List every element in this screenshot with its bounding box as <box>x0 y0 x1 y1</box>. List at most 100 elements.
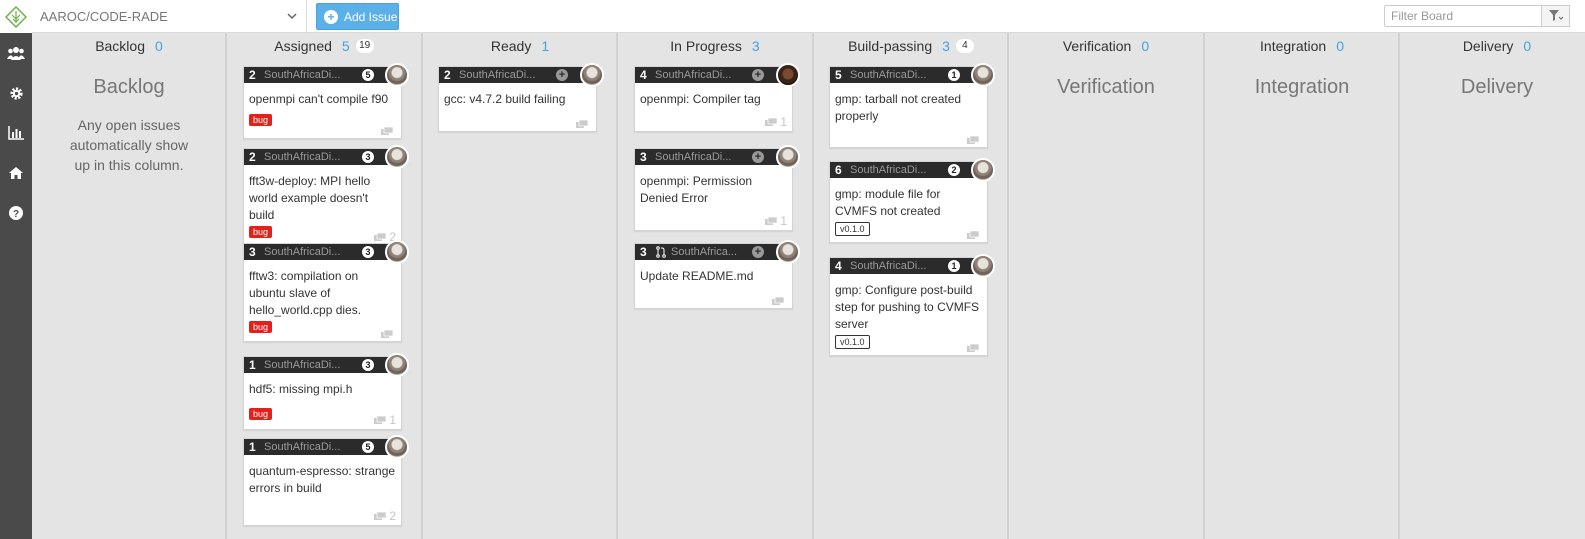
assignee-avatar[interactable] <box>580 63 604 87</box>
assignee-avatar[interactable] <box>971 158 995 182</box>
repo-select[interactable]: AAROC/CODE-RADE <box>32 0 307 33</box>
column-title: Integration <box>1260 38 1327 54</box>
assignee-avatar[interactable] <box>776 63 800 87</box>
home-icon[interactable] <box>0 153 32 193</box>
card-title[interactable]: gmp: module file for CVMFS not created <box>830 178 987 220</box>
issue-card[interactable]: 3 SouthAfricaDi... + openmpi: Permission… <box>634 145 800 231</box>
card-repo[interactable]: SouthAfricaDi... <box>264 359 346 371</box>
issue-card[interactable]: 2 SouthAfricaDi... 3 fft3w-deploy: MPI h… <box>243 145 409 247</box>
comment-indicator[interactable] <box>381 127 396 136</box>
add-circle-icon[interactable]: + <box>752 69 764 81</box>
bar-chart-icon[interactable] <box>0 113 32 153</box>
column-header: Build-passing 3 4 <box>814 33 1008 59</box>
assignee-avatar[interactable] <box>385 63 409 87</box>
card-title[interactable]: openmpi can't compile f90 <box>244 83 401 108</box>
issue-card[interactable]: 1 SouthAfricaDi... 5 quantum-espresso: s… <box>243 435 409 526</box>
filter-board-input[interactable] <box>1384 5 1542 27</box>
comment-indicator[interactable] <box>576 120 591 129</box>
card-repo[interactable]: SouthAfrica... <box>671 246 739 258</box>
column-header: Assigned 5 19 <box>227 33 421 59</box>
column-title: Assigned <box>274 38 332 54</box>
add-circle-icon[interactable]: + <box>556 69 568 81</box>
card-repo[interactable]: SouthAfricaDi... <box>655 69 737 81</box>
comment-indicator[interactable]: 1 <box>765 214 787 228</box>
card-repo[interactable]: SouthAfricaDi... <box>264 441 346 453</box>
card-repo[interactable]: SouthAfricaDi... <box>850 260 932 272</box>
assignee-avatar[interactable] <box>971 254 995 278</box>
comment-icon <box>381 330 393 338</box>
gear-icon[interactable] <box>0 73 32 113</box>
card-title[interactable]: gcc: v4.7.2 build failing <box>439 83 596 108</box>
assignee-avatar[interactable] <box>776 240 800 264</box>
people-icon[interactable] <box>0 33 32 73</box>
card-repo[interactable]: SouthAfricaDi... <box>264 246 346 258</box>
card-title[interactable]: gmp: tarball not created properly <box>830 83 987 125</box>
card-title[interactable]: openmpi: Compiler tag <box>635 83 792 108</box>
column-header: Verification 0 <box>1009 33 1203 59</box>
card-title[interactable]: openmpi: Permission Denied Error <box>635 165 792 207</box>
bug-label[interactable]: bug <box>249 321 273 333</box>
milestone-label[interactable]: v0.1.0 <box>835 222 870 236</box>
card-title[interactable]: fft3w-deploy: MPI hello world example do… <box>244 165 401 224</box>
card-title[interactable]: fftw3: compilation on ubuntu slave of he… <box>244 260 401 319</box>
card-title[interactable]: quantum-espresso: strange errors in buil… <box>244 455 401 497</box>
comment-icon <box>967 231 979 239</box>
issue-card[interactable]: 3 SouthAfricaDi... 3 fftw3: compilation … <box>243 240 409 342</box>
card-points: 3 <box>249 245 256 259</box>
column-title: Ready <box>490 38 532 54</box>
assignee-avatar[interactable] <box>385 240 409 264</box>
column-title: Delivery <box>1462 38 1514 54</box>
issue-card[interactable]: 5 SouthAfricaDi... 1 gmp: tarball not cr… <box>829 63 995 148</box>
assignee-avatar[interactable] <box>385 353 409 377</box>
card-footer: bug 1 <box>244 398 401 429</box>
column-header: Backlog 0 <box>32 33 226 59</box>
assignee-avatar[interactable] <box>385 435 409 459</box>
filter-menu-button[interactable] <box>1542 5 1570 27</box>
column-badge: 4 <box>955 39 974 53</box>
card-repo[interactable]: SouthAfricaDi... <box>655 151 737 163</box>
issue-card[interactable]: 2 SouthAfricaDi... 5 openmpi can't compi… <box>243 63 409 139</box>
card-header: 2 SouthAfricaDi... 3 <box>244 145 409 169</box>
milestone-label[interactable]: v0.1.0 <box>835 335 870 349</box>
issue-card[interactable]: 3 SouthAfrica... + Update README.md <box>634 240 800 309</box>
comment-indicator[interactable] <box>381 330 396 339</box>
column-count: 5 <box>341 38 350 54</box>
assignee-avatar[interactable] <box>385 145 409 169</box>
comment-indicator[interactable] <box>967 136 982 145</box>
issue-card[interactable]: 2 SouthAfricaDi... + gcc: v4.7.2 build f… <box>438 63 604 132</box>
card-title[interactable]: gmp: Configure post-build step for pushi… <box>830 274 987 333</box>
app-logo[interactable] <box>0 0 32 33</box>
comment-indicator[interactable] <box>772 297 787 306</box>
column-title: Backlog <box>95 38 145 54</box>
card-title[interactable]: hdf5: missing mpi.h <box>244 373 401 398</box>
column-count: 0 <box>1336 38 1344 54</box>
comment-indicator[interactable] <box>967 231 982 240</box>
comment-indicator[interactable] <box>967 344 982 353</box>
card-repo[interactable]: SouthAfricaDi... <box>850 164 932 176</box>
bug-label[interactable]: bug <box>249 226 273 238</box>
comment-indicator[interactable]: 1 <box>765 115 787 129</box>
issue-card[interactable]: 1 SouthAfricaDi... 3 hdf5: missing mpi.h… <box>243 353 409 430</box>
card-footer: 2 <box>244 497 401 525</box>
assignee-avatar[interactable] <box>971 63 995 87</box>
add-circle-icon[interactable]: + <box>752 246 764 258</box>
comment-indicator[interactable]: 2 <box>374 509 396 523</box>
card-repo[interactable]: SouthAfricaDi... <box>264 69 346 81</box>
bug-label[interactable]: bug <box>249 114 273 126</box>
add-issue-button[interactable]: + Add Issue <box>316 3 399 30</box>
issue-card[interactable]: 4 SouthAfricaDi... 1 gmp: Configure post… <box>829 254 995 356</box>
repo-name: AAROC/CODE-RADE <box>40 9 168 24</box>
bug-label[interactable]: bug <box>249 408 273 420</box>
card-footer: 1 <box>635 207 792 230</box>
card-repo[interactable]: SouthAfricaDi... <box>459 69 541 81</box>
comment-indicator[interactable]: 1 <box>374 413 396 427</box>
card-repo[interactable]: SouthAfricaDi... <box>850 69 932 81</box>
add-circle-icon[interactable]: + <box>752 151 764 163</box>
assignee-avatar[interactable] <box>776 145 800 169</box>
issue-card[interactable]: 6 SouthAfricaDi... 2 gmp: module file fo… <box>829 158 995 243</box>
card-repo[interactable]: SouthAfricaDi... <box>264 151 346 163</box>
help-icon[interactable]: ? <box>0 193 32 233</box>
card-title[interactable]: Update README.md <box>635 260 792 285</box>
card-points: 2 <box>444 68 451 82</box>
issue-card[interactable]: 4 SouthAfricaDi... + openmpi: Compiler t… <box>634 63 800 132</box>
